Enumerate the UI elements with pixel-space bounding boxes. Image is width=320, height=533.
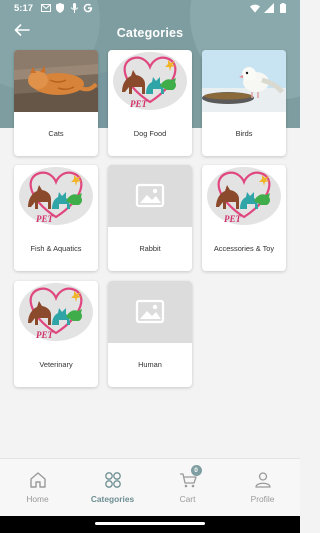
signal-icon: [264, 3, 274, 13]
category-label: Cats: [48, 128, 64, 138]
nav-categories[interactable]: Categories: [75, 459, 150, 517]
mic-icon: [69, 3, 79, 13]
image-placeholder-icon: [108, 281, 192, 343]
category-card-fish-aquatics[interactable]: Fish & Aquatics: [14, 165, 98, 271]
shield-icon: [55, 3, 65, 13]
home-gesture-handle[interactable]: [95, 522, 205, 525]
category-label: Human: [138, 359, 162, 369]
system-gesture-bar: [0, 516, 300, 533]
nav-home[interactable]: Home: [0, 459, 75, 517]
category-card-human[interactable]: Human: [108, 281, 192, 387]
bird-photo: [202, 50, 286, 112]
pet-logo-image: [14, 281, 98, 343]
grid-icon: [103, 471, 123, 489]
nav-cart[interactable]: 0 Cart: [150, 459, 225, 517]
category-card-birds[interactable]: Birds: [202, 50, 286, 156]
category-card-dog-food[interactable]: Dog Food: [108, 50, 192, 156]
google-icon: [83, 3, 93, 13]
category-card-accessories-toy[interactable]: Accessories & Toy: [202, 165, 286, 271]
cat-photo: [14, 50, 98, 112]
home-icon: [28, 471, 48, 489]
mail-icon: [41, 3, 51, 13]
category-label: Birds: [235, 128, 253, 138]
status-bar: 5:17: [0, 0, 300, 18]
category-card-veterinary[interactable]: Veterinary: [14, 281, 98, 387]
category-card-rabbit[interactable]: Rabbit: [108, 165, 192, 271]
nav-categories-label: Categories: [90, 494, 135, 504]
status-time: 5:17: [14, 3, 34, 14]
pet-logo-image: [14, 165, 98, 227]
category-card-cats[interactable]: Cats: [14, 50, 98, 156]
nav-profile[interactable]: Profile: [225, 459, 300, 517]
bottom-nav: Home Categories 0 Cart Profile: [0, 458, 300, 516]
category-label: Rabbit: [139, 243, 161, 253]
battery-icon: [278, 3, 288, 13]
category-label: Fish & Aquatics: [30, 243, 82, 253]
pet-logo-image: [202, 165, 286, 227]
pet-logo-image: [108, 50, 192, 112]
title-bar: Categories: [0, 22, 300, 44]
user-icon: [253, 471, 273, 489]
cart-icon: 0: [178, 465, 202, 489]
screen: 5:17 Categories Cats Dog Food Birds Fish…: [0, 0, 300, 533]
image-placeholder-icon: [108, 165, 192, 227]
cart-badge: 0: [190, 465, 202, 476]
nav-cart-label: Cart: [179, 494, 196, 504]
category-label: Veterinary: [39, 359, 73, 369]
page-title: Categories: [116, 26, 184, 40]
nav-home-label: Home: [26, 494, 49, 504]
category-label: Accessories & Toy: [213, 243, 275, 253]
wifi-icon: [250, 3, 260, 13]
nav-profile-label: Profile: [250, 494, 275, 504]
category-label: Dog Food: [133, 128, 167, 138]
